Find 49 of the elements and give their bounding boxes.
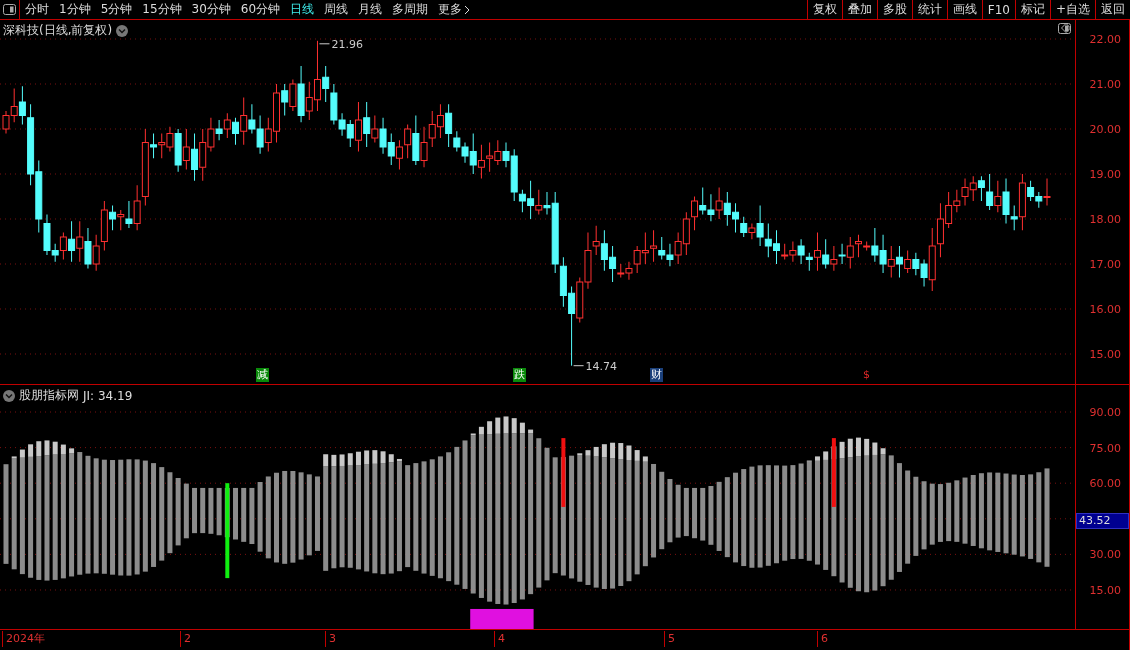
date-label: 2 [180, 631, 191, 647]
event-badge: 减 [256, 368, 269, 382]
axis-tick-label: 60.00 [1089, 476, 1121, 490]
axis-tick-label: 90.00 [1089, 405, 1121, 419]
toolbar-button[interactable]: 统计 [911, 0, 947, 19]
axis-tick-label: 15.00 [1089, 347, 1121, 361]
indicator-title: 股朋指标网 [19, 387, 79, 404]
date-label: 4 [494, 631, 505, 647]
toolbar-button[interactable]: 多股 [876, 0, 912, 19]
date-label: 2024年 [2, 631, 45, 647]
chart-title: 深科技(日线,前复权) [3, 22, 113, 39]
period-tab[interactable]: 多周期 [387, 0, 434, 19]
period-tab[interactable]: 日线 [285, 0, 320, 19]
axis-tick-label: 30.00 [1089, 547, 1121, 561]
period-tab[interactable]: 周线 [319, 0, 354, 19]
period-tab[interactable]: 15分钟 [137, 0, 187, 19]
toolbar-button[interactable]: 画线 [946, 0, 982, 19]
high-price-label: 21.96 [331, 37, 363, 51]
period-tab[interactable]: 60分钟 [235, 0, 286, 19]
axis-tick-label: 18.00 [1089, 212, 1121, 226]
axis-tick-label: 22.00 [1089, 32, 1121, 46]
axis-tick-label: 75.00 [1089, 441, 1121, 455]
axis-tick-label: 21.00 [1089, 77, 1121, 91]
toolbar-button[interactable]: 复权 [806, 0, 842, 19]
low-price-label: 14.74 [585, 359, 618, 373]
period-tab[interactable]: 月线 [353, 0, 388, 19]
period-tab[interactable]: 30分钟 [186, 0, 236, 19]
cursor-value-label: 43.52 [1076, 513, 1129, 530]
axis-tick-label: 20.00 [1089, 122, 1121, 136]
axis-tick-label: 15.00 [1089, 583, 1121, 597]
event-symbol: $ [862, 368, 871, 382]
toolbar-button[interactable]: F10 [981, 0, 1015, 19]
event-badge: 财 [650, 368, 663, 382]
period-tab[interactable]: 1分钟 [54, 0, 96, 19]
date-label: 3 [325, 631, 336, 647]
date-label: 6 [817, 631, 828, 647]
indicator-reading: JI: 34.19 [83, 388, 133, 403]
toolbar-button[interactable]: 返回 [1095, 0, 1130, 19]
axis-tick-label: 19.00 [1089, 167, 1121, 181]
period-tab[interactable]: 更多 [433, 0, 476, 19]
date-label: 5 [664, 631, 675, 647]
toolbar-button[interactable]: +自选 [1049, 0, 1095, 19]
event-badge: 跌 [513, 368, 526, 382]
axis-tick-label: 17.00 [1089, 257, 1121, 271]
period-tab[interactable]: 分时 [20, 0, 54, 19]
toolbar-button[interactable]: 叠加 [841, 0, 877, 19]
axis-tick-label: 16.00 [1089, 302, 1121, 316]
period-tab[interactable]: 5分钟 [95, 0, 138, 19]
toolbar-button[interactable]: 标记 [1014, 0, 1050, 19]
